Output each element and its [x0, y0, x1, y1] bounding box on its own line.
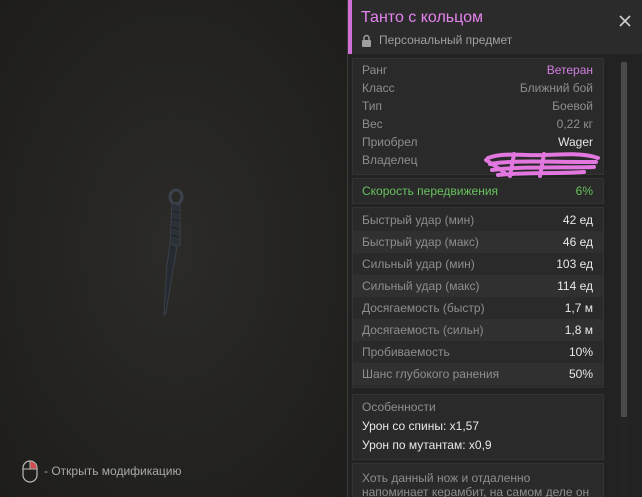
redaction-scribble	[484, 152, 600, 178]
stat-label: Шанс глубокого ранения	[362, 367, 500, 381]
stat-label: Быстрый удар (макс)	[362, 235, 479, 249]
item-description: Хоть данный нож и отдаленно напоминает к…	[362, 471, 590, 497]
stat-label: Досягаемость (быстр)	[362, 301, 485, 315]
stat-row: Шанс глубокого ранения 50%	[353, 363, 603, 385]
info-row: Класс Ближний бой	[353, 79, 603, 97]
feature-item: Урон со спины: x1,57	[362, 419, 480, 433]
open-modification-label: - Открыть модификацию	[44, 464, 182, 478]
item-header: Танто с кольцом Персональный предмет	[348, 0, 642, 54]
open-modification-hint[interactable]: - Открыть модификацию	[22, 459, 182, 483]
info-label: Приобрел	[362, 135, 418, 149]
close-icon[interactable]	[618, 14, 632, 28]
stat-value: 10%	[568, 345, 593, 359]
item-title: Танто с кольцом	[361, 9, 484, 26]
stat-value: 1,8 м	[564, 323, 593, 337]
stat-value: 1,7 м	[564, 301, 593, 315]
info-label: Тип	[362, 99, 383, 113]
info-row: Ранг Ветеран	[353, 61, 603, 79]
info-value: Ближний бой	[519, 81, 593, 95]
stat-row: Быстрый удар (макс) 46 ед	[353, 231, 603, 253]
info-value: Wager	[558, 135, 593, 149]
stat-row: Быстрый удар (мин) 42 ед	[353, 209, 603, 231]
stat-label: Сильный удар (макс)	[362, 279, 480, 293]
info-row: Приобрел Wager	[353, 133, 603, 151]
info-row: Тип Боевой	[353, 97, 603, 115]
item-preview[interactable]: - Открыть модификацию	[0, 0, 348, 497]
stat-row: Досягаемость (сильн) 1,8 м	[353, 319, 603, 341]
scrollbar[interactable]	[620, 62, 628, 497]
stat-value: 42 ед	[562, 213, 593, 227]
features-title: Особенности	[362, 400, 436, 414]
info-value: 0,22 кг	[556, 117, 593, 131]
speed-value: 6%	[575, 184, 593, 198]
stat-row: Сильный удар (мин) 103 ед	[353, 253, 603, 275]
scrollbar-thumb[interactable]	[621, 62, 627, 417]
speed-label: Скорость передвижения	[362, 184, 499, 198]
description-section: Хоть данный нож и отдаленно напоминает к…	[352, 463, 604, 497]
knife-model-icon	[163, 188, 184, 317]
info-label: Вес	[362, 117, 383, 131]
info-label: Ранг	[362, 63, 388, 77]
info-value: Боевой	[552, 99, 593, 113]
stat-row: Досягаемость (быстр) 1,7 м	[353, 297, 603, 319]
info-value: Ветеран	[546, 63, 593, 77]
speed-section: Скорость передвижения 6%	[352, 178, 604, 204]
stats-section: Быстрый удар (мин) 42 ед Быстрый удар (мак…	[352, 207, 604, 388]
info-label: Класс	[362, 81, 395, 95]
item-subtitle: Персональный предмет	[361, 33, 512, 47]
stat-value: 46 ед	[562, 235, 593, 249]
features-section: Особенности Урон со спины: x1,57 Урон по…	[352, 394, 604, 460]
stat-label: Досягаемость (сильн)	[362, 323, 484, 337]
stat-value: 50%	[568, 367, 593, 381]
info-label: Владелец	[362, 153, 418, 167]
stat-row: Пробиваемость 10%	[353, 341, 603, 363]
stat-label: Быстрый удар (мин)	[362, 213, 475, 227]
feature-item: Урон по мутантам: x0,9	[362, 438, 492, 452]
lock-icon	[362, 34, 371, 47]
stat-value: 103 ед	[556, 257, 593, 271]
info-row: Вес 0,22 кг	[353, 115, 603, 133]
personal-item-label: Персональный предмет	[379, 33, 513, 47]
stat-row: Сильный удар (макс) 114 ед	[353, 275, 603, 297]
stat-value: 114 ед	[557, 279, 593, 293]
mouse-right-click-icon	[22, 459, 38, 483]
stat-label: Пробиваемость	[362, 345, 450, 359]
stat-label: Сильный удар (мин)	[362, 257, 475, 271]
speed-row: Скорость передвижения 6%	[353, 179, 603, 203]
